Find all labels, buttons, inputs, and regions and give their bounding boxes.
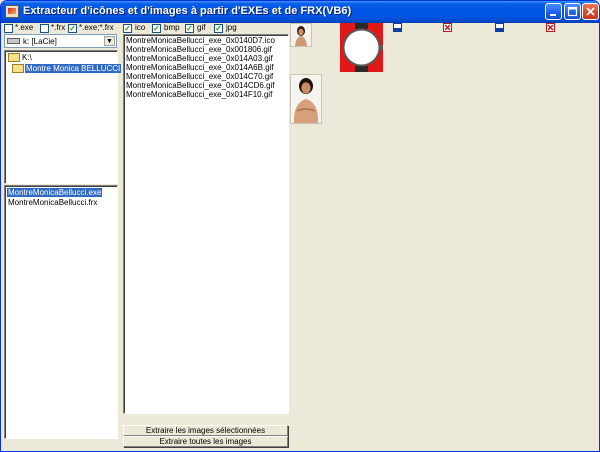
filter-gif-label: gif (197, 23, 206, 32)
folder-list[interactable]: K:\ Montre Monica BELLUCCI (4, 50, 122, 184)
preview-thumbnail-portrait-large[interactable] (290, 74, 322, 124)
checkbox-box: ✓ (123, 24, 132, 33)
close-button[interactable] (582, 3, 599, 20)
checkbox-box: ✓ (68, 24, 77, 33)
image-item[interactable]: MontreMonicaBellucci_exe_0x0140D7.ico (126, 36, 275, 45)
preview-thumbnail-portrait-small[interactable] (290, 23, 312, 47)
preview-thumbnail-watch[interactable] (340, 23, 383, 72)
maximize-button[interactable] (564, 3, 581, 20)
blue-window-icon[interactable] (393, 23, 402, 32)
drive-select[interactable]: k: [LaCie] ▼ (4, 34, 117, 48)
minimize-button[interactable] (545, 3, 562, 20)
filter-exe-label: *.exe (15, 23, 34, 32)
filter-exe-frx-label: *.exe;*.frx (79, 23, 114, 32)
folder-item-montre[interactable]: Montre Monica BELLUCCI (25, 64, 122, 73)
image-item[interactable]: MontreMonicaBellucci_exe_0x001806.gif (126, 45, 272, 54)
red-cross-icon[interactable] (443, 23, 452, 32)
blue-window-icon[interactable] (495, 23, 504, 32)
extract-all-button[interactable]: Extraire toutes les images (123, 436, 288, 447)
folder-item-root[interactable]: K:\ (22, 53, 32, 62)
filter-bmp-label: bmp (164, 23, 180, 32)
folder-open-icon (8, 53, 20, 62)
watch-face-image (342, 23, 383, 72)
portrait-image (295, 26, 307, 46)
app-icon (5, 5, 19, 18)
drive-icon (7, 38, 20, 44)
filter-ico-label: ico (135, 23, 146, 32)
red-cross-icon[interactable] (546, 23, 555, 32)
checkbox-box (40, 24, 49, 33)
checkbox-box: ✓ (152, 24, 161, 33)
file-list[interactable]: MontreMonicaBellucci.exe MontreMonicaBel… (4, 185, 118, 439)
image-item[interactable]: MontreMonicaBellucci_exe_0x014A6B.gif (126, 63, 274, 72)
checkbox-box (4, 24, 13, 33)
file-item-exe[interactable]: MontreMonicaBellucci.exe (7, 188, 103, 197)
drive-select-value: k: [LaCie] (23, 37, 57, 46)
image-item[interactable]: MontreMonicaBellucci_exe_0x014F10.gif (126, 90, 272, 99)
close-icon (586, 7, 595, 16)
image-item[interactable]: MontreMonicaBellucci_exe_0x014CD6.gif (126, 81, 275, 90)
window-title: Extracteur d'icônes et d'images à partir… (23, 5, 352, 17)
checkbox-box: ✓ (185, 24, 194, 33)
filter-frx-label: *.frx (51, 23, 66, 32)
title-bar[interactable]: Extracteur d'icônes et d'images à partir… (1, 1, 599, 23)
checkbox-box: ✓ (214, 24, 223, 33)
extract-selected-button[interactable]: Extraire les images sélectionnées (123, 425, 288, 436)
chevron-down-icon[interactable]: ▼ (104, 36, 115, 46)
app-window: Extracteur d'icônes et d'images à partir… (0, 0, 600, 452)
image-item[interactable]: MontreMonicaBellucci_exe_0x014A03.gif (126, 54, 273, 63)
folder-open-icon (12, 64, 24, 73)
image-list[interactable]: MontreMonicaBellucci_exe_0x0140D7.ico Mo… (123, 34, 289, 414)
portrait-image (293, 78, 319, 123)
file-item-frx[interactable]: MontreMonicaBellucci.frx (8, 198, 97, 207)
minimize-icon (550, 14, 556, 16)
maximize-icon (567, 6, 578, 17)
filter-jpg-label: jpg (226, 23, 237, 32)
image-item[interactable]: MontreMonicaBellucci_exe_0x014C70.gif (126, 72, 273, 81)
